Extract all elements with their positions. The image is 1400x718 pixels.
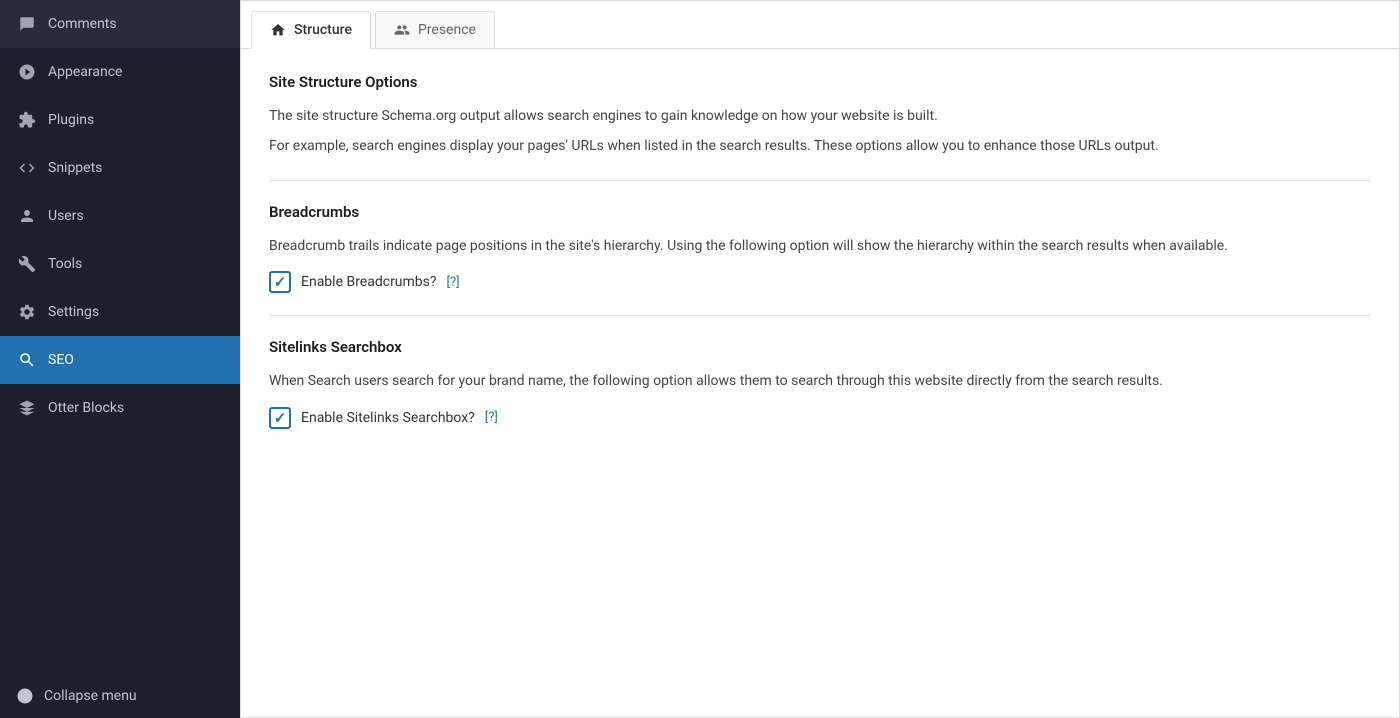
site-structure-desc2: For example, search engines display your… [269,135,1371,157]
sidebar-item-users[interactable]: Users [0,192,240,240]
enable-breadcrumbs-checkbox[interactable]: ✓ [269,271,291,293]
sidebar-item-label: Snippets [48,160,102,176]
sidebar-item-snippets[interactable]: Snippets [0,144,240,192]
site-structure-section: Site Structure Options The site structur… [269,73,1371,158]
breadcrumbs-section: Breadcrumbs Breadcrumb trails indicate p… [269,203,1371,293]
search-icon [16,349,38,371]
enable-sitelinks-checkbox[interactable]: ✓ [269,407,291,429]
sidebar-item-label: Plugins [48,112,94,128]
sidebar-item-comments[interactable]: Comments [0,0,240,48]
divider-1 [269,180,1371,181]
breadcrumbs-title: Breadcrumbs [269,203,1371,221]
sidebar-item-label: Comments [48,16,117,32]
sitelinks-section: Sitelinks Searchbox When Search users se… [269,338,1371,428]
tools-icon [16,253,38,275]
enable-breadcrumbs-label: Enable Breadcrumbs? [301,274,437,290]
site-structure-desc1: The site structure Schema.org output all… [269,105,1371,127]
tabs-bar: Structure Presence [241,1,1399,49]
sidebar-item-seo[interactable]: SEO [0,336,240,384]
sidebar-item-label: Tools [48,256,82,272]
blocks-icon [16,397,38,419]
sitelinks-desc: When Search users search for your brand … [269,370,1371,392]
site-structure-title: Site Structure Options [269,73,1371,91]
snippets-icon [16,157,38,179]
sidebar-item-tools[interactable]: Tools [0,240,240,288]
content-body: Site Structure Options The site structur… [241,49,1399,453]
checkmark-icon: ✓ [274,273,287,291]
breadcrumbs-desc: Breadcrumb trails indicate page position… [269,235,1371,257]
structure-tab-icon [270,22,286,38]
sidebar-item-otter-blocks[interactable]: Otter Blocks [0,384,240,432]
plugin-icon [16,109,38,131]
sidebar-item-label: Settings [48,304,99,320]
appearance-icon [16,61,38,83]
tab-presence-label: Presence [418,22,476,38]
sidebar-item-label: Users [48,208,84,224]
breadcrumbs-help-link[interactable]: [?] [447,275,460,290]
tab-structure[interactable]: Structure [251,11,371,49]
sidebar-item-appearance[interactable]: Appearance [0,48,240,96]
tab-presence[interactable]: Presence [375,11,495,48]
divider-2 [269,315,1371,316]
collapse-menu-label: Collapse menu [44,688,137,704]
content-panel: Structure Presence Site Structure Option… [240,0,1400,718]
sidebar-item-label: Appearance [48,64,122,80]
presence-tab-icon [394,22,410,38]
tab-structure-label: Structure [294,22,352,38]
settings-icon [16,301,38,323]
main-content: Structure Presence Site Structure Option… [240,0,1400,718]
sidebar-item-label: Otter Blocks [48,400,124,416]
breadcrumbs-checkbox-row: ✓ Enable Breadcrumbs? [?] [269,271,1371,293]
users-icon [16,205,38,227]
collapse-menu-button[interactable]: Collapse menu [0,674,240,718]
sidebar: Comments Appearance Plugins Snippets Use… [0,0,240,718]
sitelinks-title: Sitelinks Searchbox [269,338,1371,356]
comment-icon [16,13,38,35]
sidebar-item-settings[interactable]: Settings [0,288,240,336]
collapse-icon [16,687,34,705]
sitelinks-checkbox-row: ✓ Enable Sitelinks Searchbox? [?] [269,407,1371,429]
sidebar-item-plugins[interactable]: Plugins [0,96,240,144]
sitelinks-help-link[interactable]: [?] [485,410,498,425]
checkmark-icon-2: ✓ [274,409,287,427]
enable-sitelinks-label: Enable Sitelinks Searchbox? [301,410,475,426]
sidebar-item-label: SEO [48,352,74,368]
